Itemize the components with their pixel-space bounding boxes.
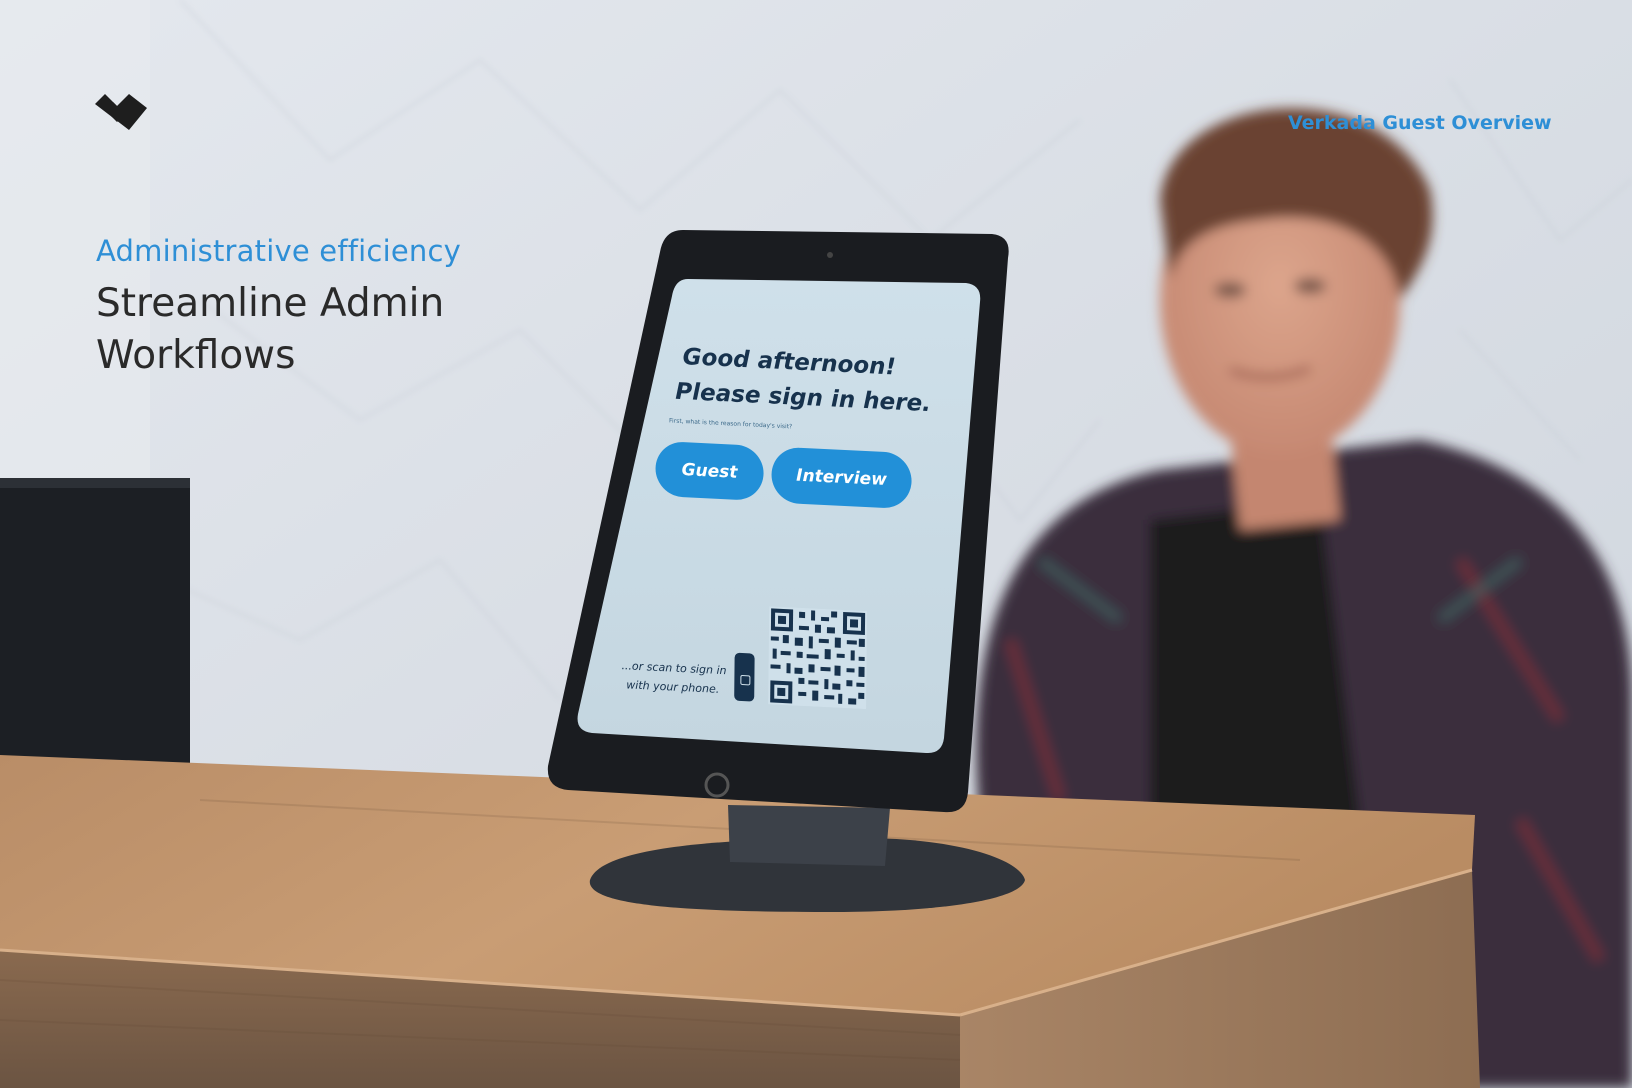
- scan-text-line2: with your phone.: [626, 678, 720, 696]
- guest-button-label: Guest: [681, 459, 738, 483]
- hero-eyebrow: Administrative efficiency: [96, 234, 461, 268]
- verkada-check-logo-icon: [95, 94, 147, 130]
- phone-icon: [734, 652, 755, 702]
- kiosk-screen: Good afternoon! Please sign in here. Fir…: [621, 330, 960, 745]
- kiosk-greeting-line1: Good afternoon!: [682, 344, 897, 381]
- interview-button[interactable]: Interview: [771, 446, 912, 510]
- hero-title: Streamline Admin Workflows: [96, 278, 516, 382]
- document-title: Verkada Guest Overview: [1288, 112, 1552, 134]
- qr-code-icon: [768, 606, 868, 710]
- kiosk-greeting-line2: Please sign in here.: [675, 378, 931, 418]
- scan-text-line1: ...or scan to sign in: [621, 659, 727, 678]
- hero-title-line2: Workflows: [96, 333, 296, 378]
- guest-button[interactable]: Guest: [655, 440, 764, 502]
- hero-title-line1: Streamline Admin: [96, 281, 445, 326]
- interview-button-label: Interview: [796, 465, 887, 491]
- kiosk-prompt: First, what is the reason for today's vi…: [669, 417, 793, 431]
